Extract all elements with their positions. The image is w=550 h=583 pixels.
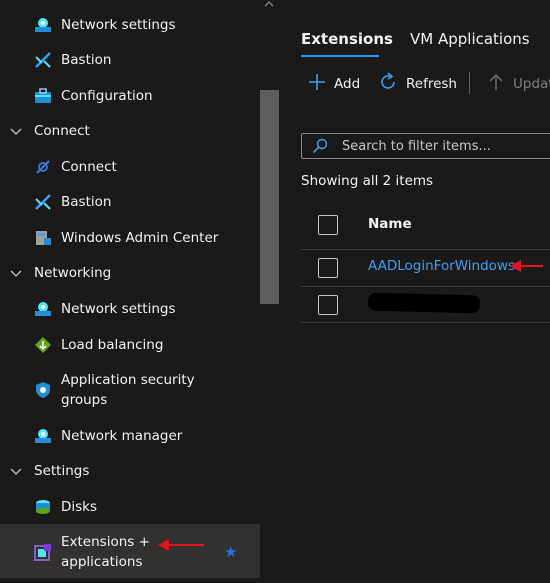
- chevron-down-icon: [10, 125, 22, 137]
- extensions-icon: [34, 543, 52, 561]
- sidebar-item-label: Network manager: [61, 428, 183, 444]
- sidebar-item-extensions-applications[interactable]: Extensions + applications: [0, 524, 260, 578]
- sidebar-group-settings[interactable]: Settings: [0, 461, 260, 481]
- main-pane: Extensions VM Applications Add Refresh U…: [279, 0, 550, 583]
- sidebar-item-label: Extensions + applications: [61, 534, 150, 570]
- sidebar: Network settings Bastion Configuration C…: [0, 0, 260, 583]
- sidebar-group-label: Settings: [34, 463, 90, 479]
- row-checkbox[interactable]: [318, 258, 338, 278]
- active-tab-indicator: [301, 55, 379, 57]
- column-header-name[interactable]: Name: [368, 216, 412, 232]
- item-count-text: Showing all 2 items: [301, 173, 434, 189]
- favorite-star-icon[interactable]: ★: [224, 543, 237, 561]
- load-balancing-icon: [34, 336, 52, 354]
- row-divider: [301, 249, 550, 250]
- sidebar-item-label: Connect: [61, 159, 117, 175]
- tab-extensions[interactable]: Extensions: [301, 29, 393, 49]
- refresh-button[interactable]: Refresh: [378, 72, 457, 96]
- sidebar-item-network-settings[interactable]: Network settings: [0, 15, 260, 35]
- extension-name-link[interactable]: AADLoginForWindows: [368, 258, 515, 274]
- row-divider: [301, 286, 550, 287]
- sidebar-item-application-security-groups[interactable]: Application security groups: [0, 370, 260, 410]
- search-input[interactable]: [342, 134, 550, 158]
- add-button[interactable]: Add: [308, 72, 360, 96]
- sidebar-item-network-manager[interactable]: Network manager: [0, 426, 260, 446]
- network-manager-icon: [34, 427, 52, 445]
- toolbar-separator: [469, 72, 470, 94]
- sidebar-item-label: Bastion: [61, 194, 112, 210]
- sidebar-item-windows-admin-center[interactable]: Windows Admin Center: [0, 228, 260, 248]
- sidebar-group-networking[interactable]: Networking: [0, 263, 260, 283]
- chevron-down-icon: [10, 267, 22, 279]
- chevron-down-icon: [10, 465, 22, 477]
- sidebar-item-label: Network settings: [61, 301, 176, 317]
- redacted-extension-name: [367, 292, 481, 314]
- sidebar-item-label: Disks: [61, 499, 98, 515]
- add-label: Add: [334, 76, 361, 92]
- sidebar-group-connect[interactable]: Connect: [0, 121, 260, 141]
- bastion-icon: [34, 51, 52, 69]
- sidebar-item-label: Bastion: [61, 52, 112, 68]
- scroll-up-icon[interactable]: [262, 0, 276, 12]
- configuration-icon: [34, 87, 52, 105]
- row-checkbox[interactable]: [318, 295, 338, 315]
- application-security-groups-icon: [34, 381, 52, 399]
- sidebar-item-label: Configuration: [61, 88, 153, 104]
- disks-icon: [34, 498, 52, 516]
- sidebar-item-label: Application security groups: [61, 372, 195, 408]
- refresh-icon: [378, 72, 398, 96]
- sidebar-item-configuration[interactable]: Configuration: [0, 86, 260, 106]
- annotation-arrow-icon: [158, 539, 204, 551]
- sidebar-group-label: Networking: [34, 265, 112, 281]
- scrollbar-thumb[interactable]: [260, 90, 279, 304]
- refresh-label: Refresh: [406, 76, 457, 92]
- sidebar-group-label: Connect: [34, 123, 90, 139]
- annotation-arrow-icon: [510, 260, 543, 272]
- bastion-icon: [34, 193, 52, 211]
- row-divider: [301, 322, 550, 323]
- select-all-checkbox[interactable]: [318, 215, 338, 235]
- network-settings-icon: [34, 300, 52, 318]
- sidebar-item-network-settings-2[interactable]: Network settings: [0, 299, 260, 319]
- search-box[interactable]: [301, 133, 550, 159]
- update-button[interactable]: Update: [487, 72, 550, 96]
- search-icon: [312, 138, 328, 158]
- connect-icon: [34, 158, 52, 176]
- windows-admin-center-icon: [34, 229, 52, 247]
- update-label: Update: [513, 76, 550, 92]
- sidebar-item-label: Windows Admin Center: [61, 230, 219, 246]
- arrow-up-icon: [487, 73, 505, 95]
- sidebar-item-connect[interactable]: Connect: [0, 157, 260, 177]
- sidebar-item-bastion[interactable]: Bastion: [0, 50, 260, 70]
- plus-icon: [308, 73, 326, 95]
- tab-vm-applications[interactable]: VM Applications: [410, 29, 530, 49]
- sidebar-item-label: Network settings: [61, 17, 176, 33]
- network-settings-icon: [34, 16, 52, 34]
- sidebar-item-label: Load balancing: [61, 337, 164, 353]
- sidebar-item-bastion-2[interactable]: Bastion: [0, 192, 260, 212]
- sidebar-item-disks[interactable]: Disks: [0, 497, 260, 517]
- sidebar-item-load-balancing[interactable]: Load balancing: [0, 335, 260, 355]
